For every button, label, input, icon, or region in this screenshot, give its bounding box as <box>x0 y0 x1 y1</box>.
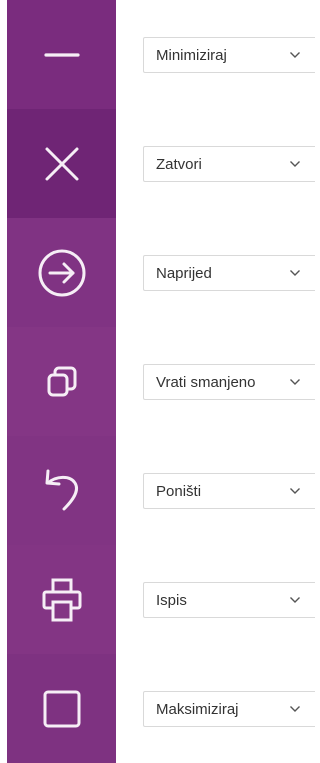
answer-dropdown[interactable]: Maksimiziraj <box>143 691 315 727</box>
undo-icon <box>34 463 90 519</box>
icon-tile <box>7 436 116 545</box>
icon-match-row-forward: Naprijed <box>0 218 315 327</box>
dropdown-selected-value: Poništi <box>156 482 202 500</box>
icon-match-row-print: Ispis <box>0 545 315 654</box>
answer-dropdown[interactable]: Minimiziraj <box>143 37 315 73</box>
answer-dropdown[interactable]: Ispis <box>143 582 315 618</box>
close-icon <box>34 136 90 192</box>
chevron-down-icon <box>289 378 311 386</box>
print-icon <box>34 572 90 628</box>
icon-match-row-minimize: Minimiziraj <box>0 0 315 109</box>
icon-tile <box>7 0 116 109</box>
answer-dropdown[interactable]: Vrati smanjeno <box>143 364 315 400</box>
chevron-down-icon <box>289 160 311 168</box>
dropdown-selected-value: Minimiziraj <box>156 46 227 64</box>
answer-dropdown[interactable]: Poništi <box>143 473 315 509</box>
icon-tile <box>7 109 116 218</box>
chevron-down-icon <box>289 51 311 59</box>
icon-tile <box>7 654 116 763</box>
dropdown-selected-value: Vrati smanjeno <box>156 373 256 391</box>
icon-match-row-undo: Poništi <box>0 436 315 545</box>
maximize-icon <box>34 681 90 737</box>
dropdown-selected-value: Maksimiziraj <box>156 700 239 718</box>
dropdown-selected-value: Naprijed <box>156 264 212 282</box>
icon-match-row-maximize: Maksimiziraj <box>0 654 315 763</box>
icon-match-row-restore-down: Vrati smanjeno <box>0 327 315 436</box>
chevron-down-icon <box>289 705 311 713</box>
dropdown-selected-value: Ispis <box>156 591 187 609</box>
icon-tile <box>7 327 116 436</box>
icon-tile <box>7 545 116 654</box>
chevron-down-icon <box>289 269 311 277</box>
restore-down-icon <box>34 354 90 410</box>
forward-arrow-icon <box>34 245 90 301</box>
chevron-down-icon <box>289 596 311 604</box>
chevron-down-icon <box>289 487 311 495</box>
icon-tile <box>7 218 116 327</box>
icon-match-row-close: Zatvori <box>0 109 315 218</box>
answer-dropdown[interactable]: Zatvori <box>143 146 315 182</box>
answer-dropdown[interactable]: Naprijed <box>143 255 315 291</box>
dropdown-selected-value: Zatvori <box>156 155 202 173</box>
minimize-icon <box>34 27 90 83</box>
